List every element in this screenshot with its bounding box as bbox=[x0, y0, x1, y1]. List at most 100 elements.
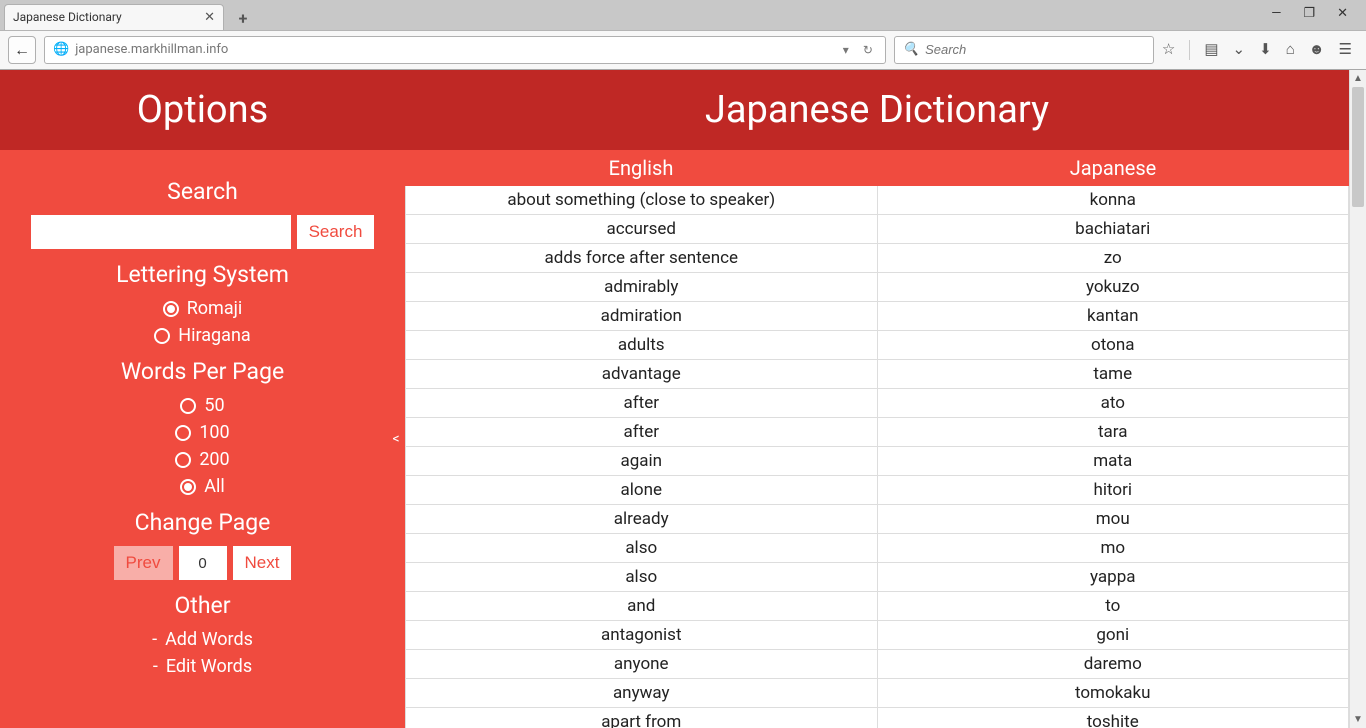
wpp-option-100[interactable]: 100 bbox=[175, 422, 229, 443]
browser-tab[interactable]: Japanese Dictionary ✕ bbox=[4, 4, 224, 30]
cell-japanese: kantan bbox=[878, 302, 1350, 330]
lettering-heading: Lettering System bbox=[30, 261, 375, 288]
radio-icon bbox=[180, 479, 196, 495]
browser-chrome: Japanese Dictionary ✕ + — ❐ ✕ ← 🌐 japane… bbox=[0, 0, 1366, 70]
page-number-input[interactable] bbox=[179, 546, 227, 580]
cell-japanese: ato bbox=[878, 389, 1350, 417]
options-sidebar: Search Search Lettering System Romaji Hir… bbox=[0, 150, 405, 728]
scroll-down-icon[interactable]: ▼ bbox=[1353, 711, 1363, 728]
words-per-page-radio-group: 50 100 200 All bbox=[30, 395, 375, 497]
table-row[interactable]: anyonedaremo bbox=[405, 650, 1349, 679]
toolbar-icons: ☆ ▤ ⌄ ⬇ ⌂ ☻ ☰ bbox=[1162, 40, 1358, 60]
wpp-option-50[interactable]: 50 bbox=[180, 395, 224, 416]
table-header: English Japanese bbox=[405, 150, 1349, 186]
cell-japanese: goni bbox=[878, 621, 1350, 649]
wpp-option-200[interactable]: 200 bbox=[175, 449, 229, 470]
cell-japanese: mo bbox=[878, 534, 1350, 562]
dictionary-search-input[interactable] bbox=[31, 215, 291, 249]
radio-icon bbox=[175, 452, 191, 468]
other-link-add-words[interactable]: -Add Words bbox=[152, 629, 253, 650]
cell-english: advantage bbox=[406, 360, 878, 388]
table-row[interactable]: accursedbachiatari bbox=[405, 215, 1349, 244]
menu-icon[interactable]: ☰ bbox=[1339, 40, 1352, 60]
table-row[interactable]: about something (close to speaker)konna bbox=[405, 186, 1349, 215]
vertical-scrollbar[interactable]: ▲ ▼ bbox=[1349, 70, 1366, 728]
table-row[interactable]: anywaytomokaku bbox=[405, 679, 1349, 708]
download-icon[interactable]: ⬇ bbox=[1259, 40, 1272, 60]
cell-english: about something (close to speaker) bbox=[406, 186, 878, 214]
back-button[interactable]: ← bbox=[8, 36, 36, 64]
lettering-option-romaji[interactable]: Romaji bbox=[163, 298, 243, 319]
home-icon[interactable]: ⌂ bbox=[1286, 40, 1295, 60]
page-header: Options Japanese Dictionary bbox=[0, 70, 1349, 150]
radio-label: Hiragana bbox=[178, 325, 250, 346]
radio-icon bbox=[154, 328, 170, 344]
table-row[interactable]: advantagetame bbox=[405, 360, 1349, 389]
tab-title: Japanese Dictionary bbox=[13, 10, 122, 24]
table-row[interactable]: admirablyyokuzo bbox=[405, 273, 1349, 302]
other-heading: Other bbox=[30, 592, 375, 619]
cell-english: anyway bbox=[406, 679, 878, 707]
cell-japanese: to bbox=[878, 592, 1350, 620]
cell-japanese: konna bbox=[878, 186, 1350, 214]
lettering-option-hiragana[interactable]: Hiragana bbox=[154, 325, 250, 346]
page-title: Japanese Dictionary bbox=[405, 88, 1349, 132]
table-row[interactable]: antagonistgoni bbox=[405, 621, 1349, 650]
table-row[interactable]: admirationkantan bbox=[405, 302, 1349, 331]
sidebar-collapse-handle[interactable]: < bbox=[388, 431, 404, 447]
cell-japanese: otona bbox=[878, 331, 1350, 359]
table-row[interactable]: adds force after sentencezo bbox=[405, 244, 1349, 273]
next-button[interactable]: Next bbox=[233, 546, 292, 580]
minimize-icon[interactable]: — bbox=[1271, 6, 1281, 21]
maximize-icon[interactable]: ❐ bbox=[1303, 6, 1315, 21]
table-row[interactable]: alsoyappa bbox=[405, 563, 1349, 592]
scroll-up-icon[interactable]: ▲ bbox=[1353, 70, 1363, 87]
reload-icon[interactable]: ↻ bbox=[859, 43, 877, 57]
search-heading: Search bbox=[30, 178, 375, 205]
table-body: about something (close to speaker)konnaa… bbox=[405, 186, 1349, 728]
cell-english: alone bbox=[406, 476, 878, 504]
scroll-thumb[interactable] bbox=[1352, 87, 1364, 207]
new-tab-button[interactable]: + bbox=[230, 8, 256, 30]
other-link-edit-words[interactable]: -Edit Words bbox=[153, 656, 252, 677]
table-row[interactable]: againmata bbox=[405, 447, 1349, 476]
cell-japanese: tara bbox=[878, 418, 1350, 446]
other-links: -Add Words -Edit Words bbox=[30, 629, 375, 677]
table-row[interactable]: afterato bbox=[405, 389, 1349, 418]
search-button[interactable]: Search bbox=[297, 215, 375, 249]
table-row[interactable]: alsomo bbox=[405, 534, 1349, 563]
smile-icon[interactable]: ☻ bbox=[1309, 40, 1325, 60]
cell-english: also bbox=[406, 534, 878, 562]
table-row[interactable]: aftertara bbox=[405, 418, 1349, 447]
library-icon[interactable]: ▤ bbox=[1204, 40, 1218, 60]
star-icon[interactable]: ☆ bbox=[1162, 40, 1175, 60]
table-row[interactable]: alreadymou bbox=[405, 505, 1349, 534]
wpp-option-all[interactable]: All bbox=[180, 476, 225, 497]
cell-english: apart from bbox=[406, 708, 878, 728]
cell-english: again bbox=[406, 447, 878, 475]
words-per-page-heading: Words Per Page bbox=[30, 358, 375, 385]
cell-japanese: bachiatari bbox=[878, 215, 1350, 243]
browser-search-input[interactable] bbox=[925, 42, 1145, 57]
cell-english: antagonist bbox=[406, 621, 878, 649]
chevron-down-icon[interactable]: ▾ bbox=[839, 43, 853, 57]
close-icon[interactable]: ✕ bbox=[204, 10, 215, 25]
column-english[interactable]: English bbox=[405, 150, 877, 186]
radio-label: All bbox=[204, 476, 225, 497]
cell-english: admiration bbox=[406, 302, 878, 330]
table-row[interactable]: apart fromtoshite bbox=[405, 708, 1349, 728]
cell-japanese: zo bbox=[878, 244, 1350, 272]
table-row[interactable]: andto bbox=[405, 592, 1349, 621]
window-close-icon[interactable]: ✕ bbox=[1337, 6, 1348, 21]
table-row[interactable]: adultsotona bbox=[405, 331, 1349, 360]
lettering-radio-group: Romaji Hiragana bbox=[30, 298, 375, 346]
pocket-icon[interactable]: ⌄ bbox=[1233, 40, 1246, 60]
cell-japanese: tame bbox=[878, 360, 1350, 388]
cell-english: accursed bbox=[406, 215, 878, 243]
table-row[interactable]: alonehitori bbox=[405, 476, 1349, 505]
column-japanese[interactable]: Japanese bbox=[877, 150, 1349, 186]
url-field[interactable]: 🌐 japanese.markhillman.info ▾ ↻ bbox=[44, 36, 886, 64]
prev-button[interactable]: Prev bbox=[114, 546, 173, 580]
browser-search-field[interactable]: 🔍 bbox=[894, 36, 1154, 64]
cell-english: adds force after sentence bbox=[406, 244, 878, 272]
